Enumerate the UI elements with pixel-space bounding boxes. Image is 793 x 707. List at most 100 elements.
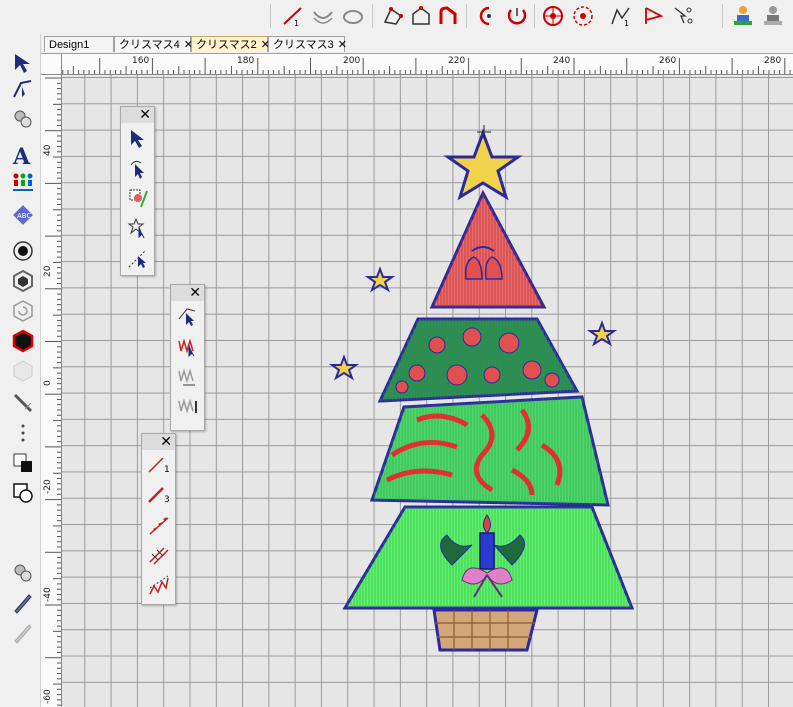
spiral-fill-icon[interactable] [570,3,596,29]
pen-tool-icon[interactable] [9,590,37,616]
people-color-icon[interactable] [730,3,756,29]
reshape-icon[interactable] [9,76,37,102]
tab-design1[interactable]: Design1 [44,36,114,52]
spiral-shape-icon[interactable] [9,298,37,324]
zigzag-gray-icon[interactable] [171,361,204,391]
panel-close-icon[interactable]: ✕ [139,106,151,122]
ruler-left-ticks [45,77,61,706]
polygon-tool-icon[interactable] [380,3,406,29]
tab-label: クリスマス4 [119,39,180,51]
tree-star[interactable] [443,128,523,201]
appliqué-icon[interactable] [9,560,37,586]
ruler-top-label: 240 [553,56,571,66]
svg-text:ABC: ABC [17,212,31,220]
ruler-corner [41,54,62,75]
radial-fill-icon[interactable] [540,3,566,29]
line-select-icon[interactable] [121,243,154,273]
left-toolbar: A ABC [0,34,41,707]
overlap-icon[interactable] [9,480,37,506]
toolbar-separator [466,4,467,28]
house-shape-icon[interactable] [408,3,434,29]
knife-icon[interactable] [9,390,37,416]
hexagon-outline-icon[interactable] [9,268,37,294]
select-tools-panel: ✕ [120,106,155,276]
tab-christmas4[interactable]: クリスマス4 ✕ [114,36,193,52]
circle-break-icon[interactable] [474,3,500,29]
ruler-top-label: 200 [343,56,361,66]
dots-icon[interactable] [9,420,37,446]
tab-christmas2[interactable]: クリスマス2 ✕ [191,36,270,52]
ruler-top-label: 180 [237,56,255,66]
zigzag-end-icon[interactable] [171,391,204,421]
team-names-icon[interactable] [9,170,37,196]
ruler-top-label: 160 [132,56,150,66]
circle-cut-icon[interactable] [504,3,530,29]
star-select-icon[interactable] [121,213,154,243]
lasso-select-icon[interactable] [121,153,154,183]
ruler-left-label: 20 [43,265,53,277]
tab-label: Design1 [49,39,90,51]
line-tool-icon[interactable]: 1 [280,3,306,29]
small-star[interactable] [586,320,618,347]
panel-header: ✕ [171,284,204,301]
reshape-node-icon[interactable] [171,301,204,331]
hexagon-fill-icon[interactable] [9,328,37,354]
arrow-select-icon[interactable] [121,123,154,153]
arc-tool-icon[interactable] [310,3,336,29]
color-select-icon[interactable] [121,183,154,213]
svg-text:1: 1 [624,19,629,28]
zigzag-red-icon[interactable] [171,331,204,361]
monogram-icon[interactable]: ABC [9,202,37,228]
ruler-top-ticks [46,58,791,74]
curve-shape-icon[interactable] [436,3,462,29]
run-single-label: 1 [164,465,170,475]
run-tools-panel: ✕ 1 3 [141,433,176,605]
tab-christmas3[interactable]: クリスマス3 ✕ [268,36,347,52]
tab-label: クリスマス3 [273,39,334,51]
ring-tool-icon[interactable] [340,3,366,29]
panel-header: ✕ [121,106,154,123]
stitch-player-icon[interactable] [9,106,37,132]
svg-text:A: A [12,144,31,167]
run-triple-label: 3 [164,495,170,505]
toolbar-separator [534,4,535,28]
pen-gray-icon[interactable] [9,620,37,646]
panel-header: ✕ [142,433,175,450]
panel-close-icon[interactable]: ✕ [189,284,201,300]
run-single-icon[interactable]: 1 [142,450,175,480]
ruler-top: 160 180 200 220 240 260 280 [41,54,793,75]
people-gray-icon[interactable] [760,3,786,29]
top-toolbar: 1 1 [0,0,793,35]
tab-close-icon[interactable]: ✕ [338,39,347,51]
ruler-left-label: -60 [43,689,53,704]
toolbar-separator [270,4,271,28]
flag-tool-icon[interactable] [640,3,666,29]
color-swatch-icon[interactable] [9,450,37,476]
crosshair-cursor-icon [477,125,491,139]
manual-stitch-icon[interactable]: 1 [608,3,634,29]
svg-text:1: 1 [294,19,299,28]
hexagon-flat-icon[interactable] [9,358,37,384]
double-run-icon[interactable] [142,540,175,570]
stitch-tools-panel: ✕ [170,284,205,431]
document-tabs: Design1 クリスマス4 ✕ クリスマス2 ✕ クリスマス3 ✕ [41,34,793,54]
circle-shape-icon[interactable] [9,238,37,264]
ruler-left-label: -20 [43,479,53,494]
select-points-icon[interactable] [670,3,696,29]
ruler-left: 40 20 0 -20 -40 -60 [41,74,62,707]
ruler-top-label: 280 [764,56,782,66]
ruler-left-label: 0 [43,380,53,386]
small-star[interactable] [364,266,396,293]
run-triple-icon[interactable]: 3 [142,480,175,510]
lettering-icon[interactable]: A [9,142,37,168]
ruler-left-label: -40 [43,587,53,602]
small-star[interactable] [328,354,360,381]
zigzag-run-icon[interactable] [142,570,175,600]
tree-pot[interactable] [432,608,539,652]
select-arrow-icon[interactable] [9,50,37,76]
toolbar-separator [372,4,373,28]
ruler-left-label: 40 [43,144,53,156]
motif-run-icon[interactable] [142,510,175,540]
panel-close-icon[interactable]: ✕ [160,433,172,449]
toolbar-separator [722,4,723,28]
